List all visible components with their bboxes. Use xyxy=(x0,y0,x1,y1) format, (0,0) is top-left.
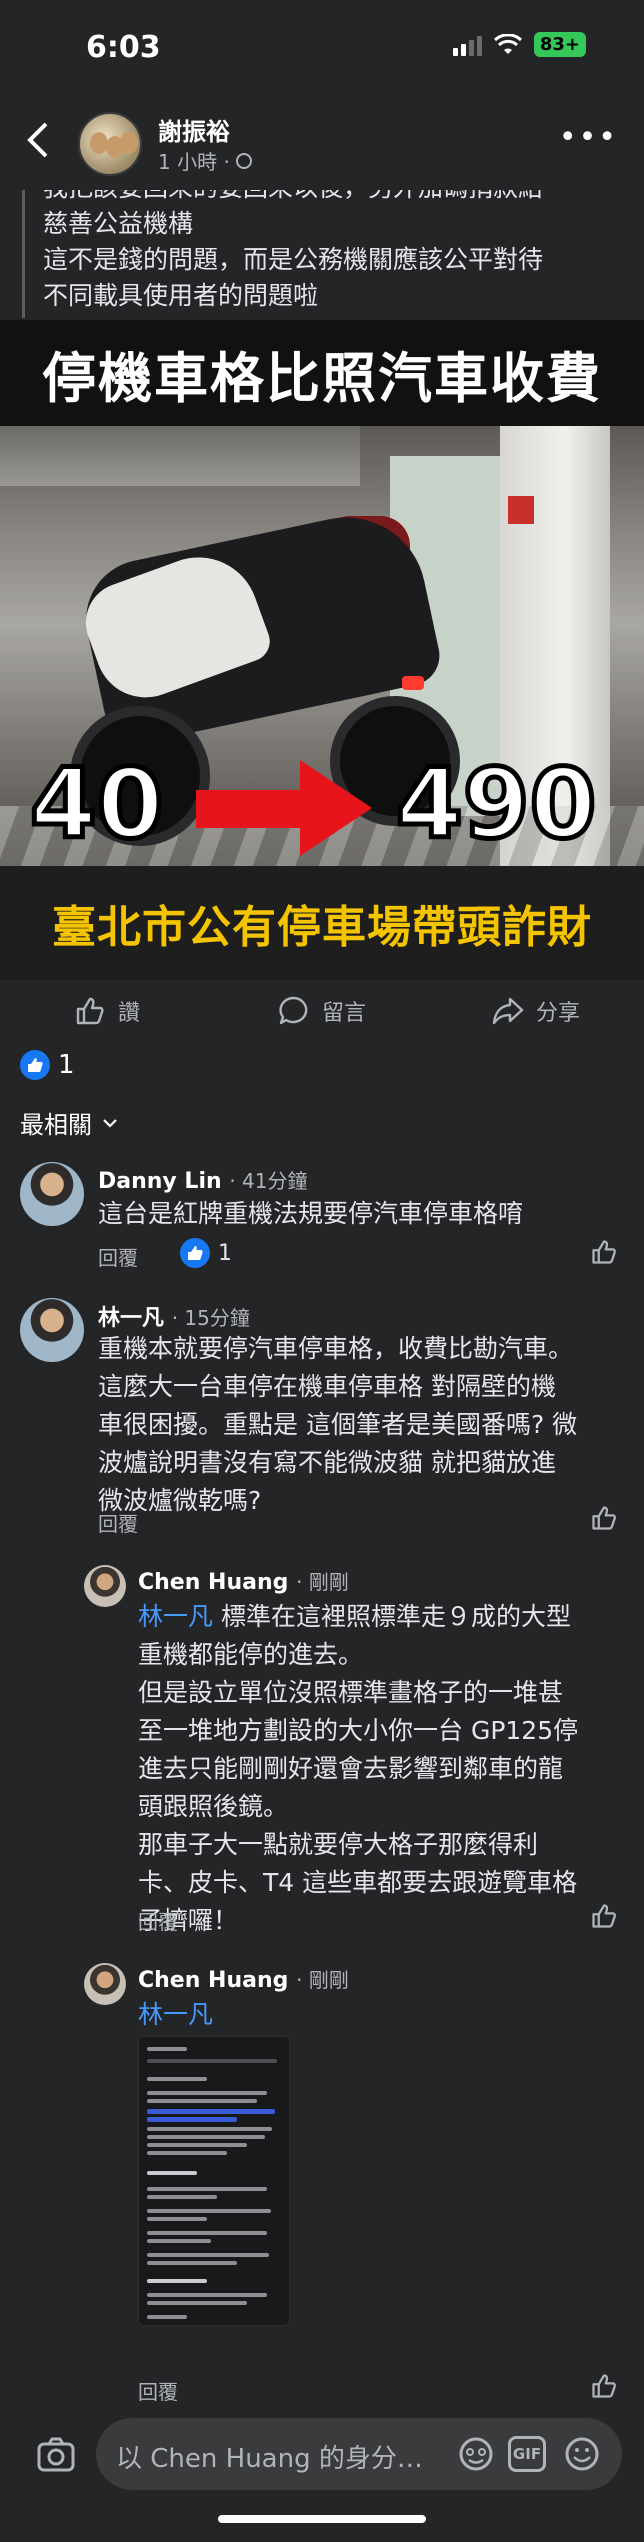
reply-button[interactable]: 回覆 xyxy=(138,1906,178,1935)
reaction-summary[interactable]: 1 xyxy=(20,1050,75,1080)
gif-icon[interactable]: GIF xyxy=(508,2436,546,2472)
comment-time: · 剛剛 xyxy=(296,1968,349,1992)
reaction-count: 1 xyxy=(58,1050,75,1080)
banner-title: 停機車格比照汽車收費 xyxy=(42,346,602,410)
avatar[interactable] xyxy=(20,1298,84,1362)
comment-text: 重機本就要停汽車停車格，收費比勘汽車。 這麼大一台車停在機車停車格 對隔壁的機 … xyxy=(98,1334,578,1515)
globe-icon xyxy=(235,152,252,169)
post-image[interactable]: 停機車格比照汽車收費 40 490 臺北市公有停車場帶頭詐財 xyxy=(0,320,644,980)
comment-author[interactable]: Chen Huang · 剛剛 xyxy=(138,1566,349,1595)
back-icon[interactable] xyxy=(26,122,56,162)
comment-text: 林一凡 標準在這裡照標準走９成的大型 重機都能停的進去。 但是設立單位沒照標準畫… xyxy=(138,1602,579,1935)
quote-line: 不同載具使用者的問題啦 xyxy=(43,281,319,310)
comment-label: 留言 xyxy=(322,1001,367,1026)
like-comment-icon[interactable] xyxy=(590,1238,618,1266)
price-from: 40 xyxy=(28,746,167,863)
banner-subtitle-bar: 臺北市公有停車場帶頭詐財 xyxy=(0,866,644,980)
share-button[interactable]: 分享 xyxy=(492,995,580,1027)
home-indicator[interactable] xyxy=(218,2515,426,2523)
comment-button[interactable]: 留言 xyxy=(278,995,366,1027)
like-comment-icon[interactable] xyxy=(590,2372,618,2400)
post-header: 謝振裕 1 小時 · ••• xyxy=(0,100,644,190)
banner-title-bar: 停機車格比照汽車收費 xyxy=(0,320,644,426)
comment-time: · 15分鐘 xyxy=(171,1306,250,1330)
status-bar: 6:03 83+ xyxy=(0,0,644,100)
comment-input-placeholder: 以 Chen Huang 的身分… xyxy=(116,2444,423,2474)
camera-icon[interactable] xyxy=(36,2434,76,2474)
post-meta: 1 小時 · xyxy=(158,146,252,175)
comment-author[interactable]: Chen Huang · 剛剛 xyxy=(138,1964,349,1993)
like-reaction-icon xyxy=(20,1050,50,1080)
comment-time: · 剛剛 xyxy=(296,1570,349,1594)
avatar[interactable] xyxy=(84,1565,126,1607)
quote-line: 我把該委回來的委回來以後，另外加碼捐款給 xyxy=(43,190,622,206)
reply-button[interactable]: 回覆 xyxy=(98,1242,138,1271)
like-icon xyxy=(76,997,104,1025)
sticker-icon[interactable] xyxy=(458,2436,494,2472)
reply-button[interactable]: 回覆 xyxy=(138,2376,178,2405)
quote-line: 慈善公益機構 xyxy=(43,209,194,238)
status-icons: 83+ xyxy=(452,32,586,57)
like-comment-icon[interactable] xyxy=(590,1504,618,1532)
comment-text: 這台是紅牌重機法規要停汽車停車格唷 xyxy=(98,1199,524,1228)
post-quote: 我把該委回來的委回來以後，另外加碼捐款給 慈善公益機構 這不是錢的問題，而是公務… xyxy=(22,190,622,318)
mention-link[interactable]: 林一凡 xyxy=(138,1602,213,1631)
like-label: 讚 xyxy=(118,1001,141,1026)
status-time: 6:03 xyxy=(86,30,161,65)
price-comparison: 40 490 xyxy=(0,740,644,866)
comment-sort-dropdown[interactable]: 最相關 xyxy=(20,1105,118,1140)
avatar[interactable] xyxy=(84,1963,126,2005)
price-to: 490 xyxy=(393,746,598,863)
comment-text: 林一凡 xyxy=(138,1996,213,2034)
comment-icon xyxy=(279,996,308,1025)
chevron-down-icon xyxy=(103,1118,117,1128)
comment-like-count: 1 xyxy=(218,1240,232,1266)
wifi-icon xyxy=(493,33,522,54)
comment-author[interactable]: 林一凡 · 15分鐘 xyxy=(98,1300,250,1332)
post-actions: 讚 留言 分享 xyxy=(0,975,644,1047)
poster-avatar[interactable] xyxy=(78,112,142,176)
like-comment-icon[interactable] xyxy=(590,1902,618,1930)
more-icon[interactable]: ••• xyxy=(559,120,618,155)
battery-indicator: 83+ xyxy=(533,32,586,57)
comment-input[interactable]: 以 Chen Huang 的身分… GIF xyxy=(96,2418,622,2490)
quote-line: 這不是錢的問題，而是公務機關應該公平對待 xyxy=(43,245,544,274)
emoji-icon[interactable] xyxy=(564,2436,600,2472)
avatar[interactable] xyxy=(20,1162,84,1226)
post-time: 1 小時 · xyxy=(158,150,230,174)
signal-icon xyxy=(452,34,482,56)
sort-label: 最相關 xyxy=(20,1111,92,1139)
reply-button[interactable]: 回覆 xyxy=(98,1508,138,1537)
share-label: 分享 xyxy=(536,1001,581,1026)
attached-screenshot[interactable] xyxy=(138,2036,290,2326)
comment-time: · 41分鐘 xyxy=(229,1169,308,1193)
share-icon xyxy=(492,997,524,1025)
arrow-icon xyxy=(196,790,306,828)
poster-name[interactable]: 謝振裕 xyxy=(158,112,230,147)
comment-reactions[interactable]: 1 xyxy=(180,1238,232,1268)
like-button[interactable]: 讚 xyxy=(74,995,140,1027)
banner-subtitle: 臺北市公有停車場帶頭詐財 xyxy=(52,902,592,953)
comment-author[interactable]: Danny Lin · 41分鐘 xyxy=(98,1165,308,1194)
like-reaction-icon xyxy=(180,1238,210,1268)
mention-link[interactable]: 林一凡 xyxy=(138,2000,213,2029)
